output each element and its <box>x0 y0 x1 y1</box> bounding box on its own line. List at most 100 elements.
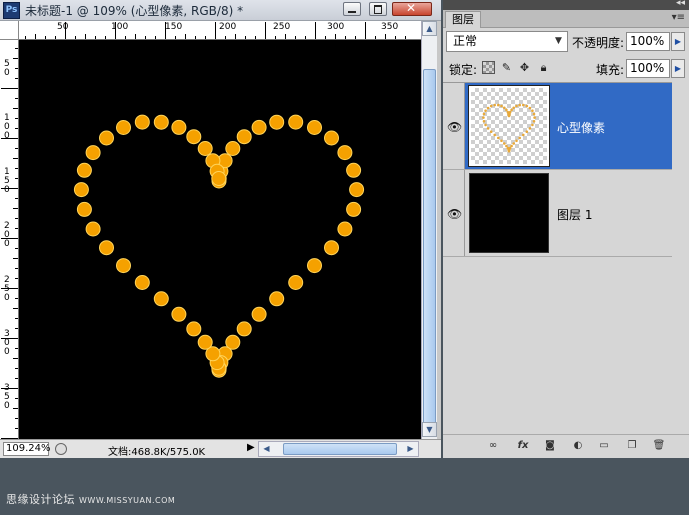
blend-mode-value: 正常 <box>453 34 478 48</box>
close-button[interactable] <box>392 1 432 16</box>
watermark-main: 思缘设计论坛 <box>6 493 75 506</box>
layer-thumbnail <box>469 173 549 253</box>
fill-label: 填充: <box>596 63 625 77</box>
heart-dot <box>512 106 515 110</box>
trash-icon[interactable]: 🗑︎ <box>651 439 667 453</box>
ruler-label: 50 <box>57 22 69 32</box>
panel-menu-icon[interactable]: ▾≡ <box>672 12 685 23</box>
heart-dot <box>251 119 267 135</box>
horizontal-ruler[interactable]: 50 100 150 200 250 300 350 <box>19 21 421 40</box>
document-window: Ps 未标题-1 @ 109% (心型像素, RGB/8) * 50 100 150… <box>0 0 441 458</box>
status-menu-arrow-icon[interactable]: ▶ <box>247 442 255 453</box>
heart-dot <box>186 321 202 337</box>
ruler-tick <box>265 22 266 39</box>
heart-dot <box>288 114 304 130</box>
horizontal-scrollbar[interactable]: ◀ ▶ <box>258 441 419 457</box>
visibility-toggle[interactable]: 👁︎ <box>443 170 465 256</box>
lock-position-move-icon[interactable]: ✥ <box>518 61 531 74</box>
tab-layers[interactable]: 图层 <box>445 11 481 28</box>
vertical-scrollbar[interactable]: ▲ ▼ <box>421 21 437 439</box>
heart-dot <box>116 120 131 135</box>
heart-dot <box>518 136 521 140</box>
document-canvas[interactable] <box>19 40 421 439</box>
ruler-label: 2 5 0 <box>4 275 10 303</box>
heart-dot <box>349 182 365 198</box>
link-layers-icon[interactable]: ∞ <box>485 439 501 453</box>
lock-paint-brush-icon[interactable]: ✎ <box>500 61 513 74</box>
new-layer-icon[interactable]: ❐ <box>624 439 640 453</box>
visibility-toggle[interactable]: 👁︎ <box>443 83 465 169</box>
opacity-slider-arrow-icon[interactable]: ▶ <box>671 32 685 51</box>
vertical-ruler[interactable]: 5 0 1 0 0 1 5 0 2 0 0 2 5 0 3 0 0 3 5 0 <box>0 40 19 439</box>
ruler-label: 3 5 0 <box>4 383 10 411</box>
layer-name[interactable]: 心型像素 <box>557 119 605 136</box>
ruler-label: 300 <box>327 22 345 32</box>
lock-transparency-icon[interactable] <box>482 61 495 74</box>
ruler-tick <box>215 22 216 39</box>
collapse-panel-icon[interactable]: ◂◂ <box>676 0 685 8</box>
opacity-input[interactable]: 100% <box>626 32 670 51</box>
heart-dot <box>269 291 285 307</box>
maximize-button[interactable] <box>369 2 387 16</box>
layer-name[interactable]: 图层 1 <box>557 206 592 223</box>
heart-dot <box>522 103 525 107</box>
blend-mode-select[interactable]: 正常 ▼ <box>446 31 568 52</box>
ruler-label: 350 <box>381 22 399 32</box>
layer-row-layer-1[interactable]: 👁︎ 图层 1 <box>443 170 672 257</box>
heart-dot <box>497 103 500 107</box>
document-title-bar[interactable]: Ps 未标题-1 @ 109% (心型像素, RGB/8) * <box>0 0 441 21</box>
heart-dot <box>525 104 529 108</box>
heart-dot <box>500 104 503 108</box>
watermark: 思缘设计论坛 WWW.MISSYUAN.COM <box>6 491 175 507</box>
heart-dot <box>134 114 150 130</box>
vertical-scroll-thumb[interactable] <box>423 69 436 429</box>
ruler-label: 200 <box>219 22 237 32</box>
lock-label: 锁定: <box>449 63 478 77</box>
heart-dot <box>486 127 490 130</box>
heart-dot <box>503 106 506 110</box>
scroll-right-arrow-icon[interactable]: ▶ <box>403 442 418 456</box>
heart-dot <box>307 120 322 135</box>
adjustment-layer-icon[interactable]: ◐ <box>570 439 586 453</box>
watermark-url: WWW.MISSYUAN.COM <box>79 496 176 505</box>
heart-dot <box>171 306 187 322</box>
heart-dot <box>505 144 508 148</box>
heart-dot <box>251 306 267 322</box>
horizontal-scroll-thumb[interactable] <box>283 443 397 455</box>
new-group-icon[interactable]: ▭ <box>596 439 612 453</box>
layer-row-heart-pixels[interactable]: 👁︎ 心型像素 <box>443 83 672 170</box>
heart-dot <box>197 141 213 156</box>
eye-icon[interactable]: 👁︎ <box>447 120 462 134</box>
fill-slider-arrow-icon[interactable]: ▶ <box>671 59 685 78</box>
ruler-label: 5 0 <box>4 59 10 78</box>
heart-dot <box>482 112 486 116</box>
heart-dot <box>522 133 525 137</box>
zoom-level-field[interactable]: 109.24% <box>3 442 51 456</box>
scroll-left-arrow-icon[interactable]: ◀ <box>259 442 274 456</box>
heart-dot <box>512 142 515 145</box>
heart-dot <box>497 136 500 140</box>
ruler-origin[interactable] <box>0 21 19 40</box>
chevron-down-icon[interactable]: ▼ <box>552 34 565 49</box>
lock-all-padlock-icon[interactable]: 🔒︎ <box>537 61 550 74</box>
heart-dot <box>532 120 536 123</box>
ruler-label: 1 0 0 <box>4 113 10 141</box>
minimize-button[interactable] <box>343 2 361 16</box>
fx-icon[interactable]: fx <box>515 439 531 453</box>
mask-icon[interactable]: ◙ <box>542 439 558 453</box>
heart-dot <box>99 240 114 256</box>
heart-dot <box>288 275 304 290</box>
ruler-tick <box>315 22 316 39</box>
eye-icon[interactable]: 👁︎ <box>447 207 462 221</box>
heart-dot <box>73 182 89 198</box>
layers-scroll-area[interactable] <box>672 82 689 434</box>
scroll-up-arrow-icon[interactable]: ▲ <box>422 21 437 36</box>
heart-dot <box>525 130 529 133</box>
status-info-icon[interactable] <box>55 443 67 455</box>
fill-input[interactable]: 100% <box>626 59 670 78</box>
ruler-label: 2 0 0 <box>4 221 10 249</box>
scroll-down-arrow-icon[interactable]: ▼ <box>422 422 437 437</box>
heart-dot <box>186 129 202 145</box>
heart-dot <box>236 321 252 337</box>
heart-dot <box>346 201 362 217</box>
